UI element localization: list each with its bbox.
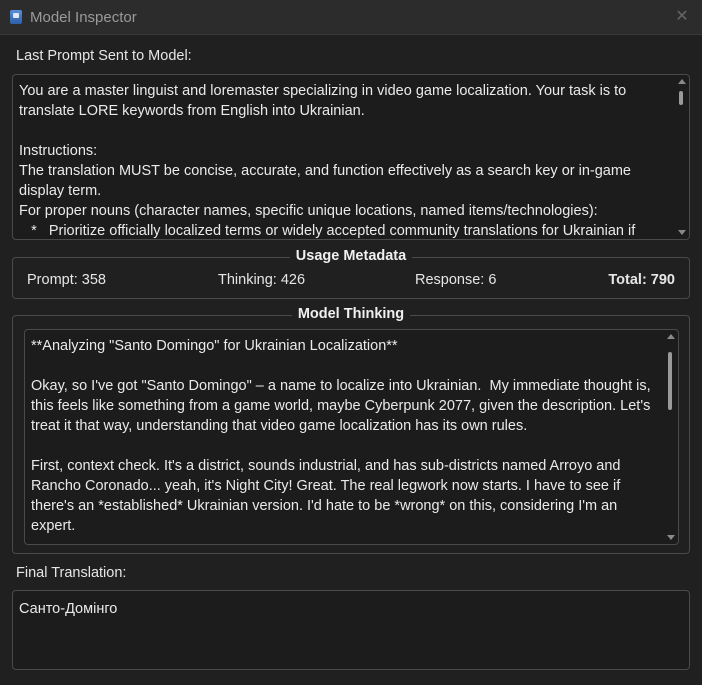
close-icon[interactable]: ✕ bbox=[672, 7, 692, 27]
scroll-down-icon[interactable] bbox=[667, 535, 675, 540]
translation-textbox[interactable]: Санто-Домінго bbox=[12, 590, 690, 670]
usage-metadata-group: Usage Metadata Prompt: 358 Thinking: 426… bbox=[12, 248, 690, 299]
thinking-textbox[interactable]: **Analyzing "Santo Domingo" for Ukrainia… bbox=[24, 329, 679, 545]
prompt-label: Last Prompt Sent to Model: bbox=[16, 48, 192, 64]
prompt-text: You are a master linguist and loremaster… bbox=[19, 83, 636, 239]
title-bar: Model Inspector ✕ bbox=[0, 0, 702, 35]
translation-text: Санто-Домінго bbox=[19, 601, 118, 617]
usage-metadata-title: Usage Metadata bbox=[289, 248, 413, 264]
total-token-count: Total: 790 bbox=[608, 272, 675, 288]
thinking-token-count: Thinking: 426 bbox=[218, 272, 306, 288]
model-thinking-title: Model Thinking bbox=[291, 306, 411, 322]
translation-label: Final Translation: bbox=[16, 565, 127, 581]
scroll-thumb[interactable] bbox=[668, 352, 672, 410]
response-token-count: Response: 6 bbox=[415, 272, 497, 288]
scroll-up-icon[interactable] bbox=[667, 334, 675, 339]
scroll-thumb[interactable] bbox=[679, 91, 683, 105]
prompt-scrollbar[interactable] bbox=[677, 79, 686, 235]
thinking-scrollbar[interactable] bbox=[666, 334, 675, 540]
model-thinking-group: Model Thinking **Analyzing "Santo Doming… bbox=[12, 306, 690, 554]
app-icon bbox=[10, 10, 22, 24]
prompt-token-count: Prompt: 358 bbox=[27, 272, 106, 288]
thinking-text: **Analyzing "Santo Domingo" for Ukrainia… bbox=[31, 338, 651, 534]
window-title: Model Inspector bbox=[30, 8, 137, 26]
scroll-up-icon[interactable] bbox=[678, 79, 686, 84]
prompt-textbox[interactable]: You are a master linguist and loremaster… bbox=[12, 74, 690, 240]
scroll-down-icon[interactable] bbox=[678, 230, 686, 235]
